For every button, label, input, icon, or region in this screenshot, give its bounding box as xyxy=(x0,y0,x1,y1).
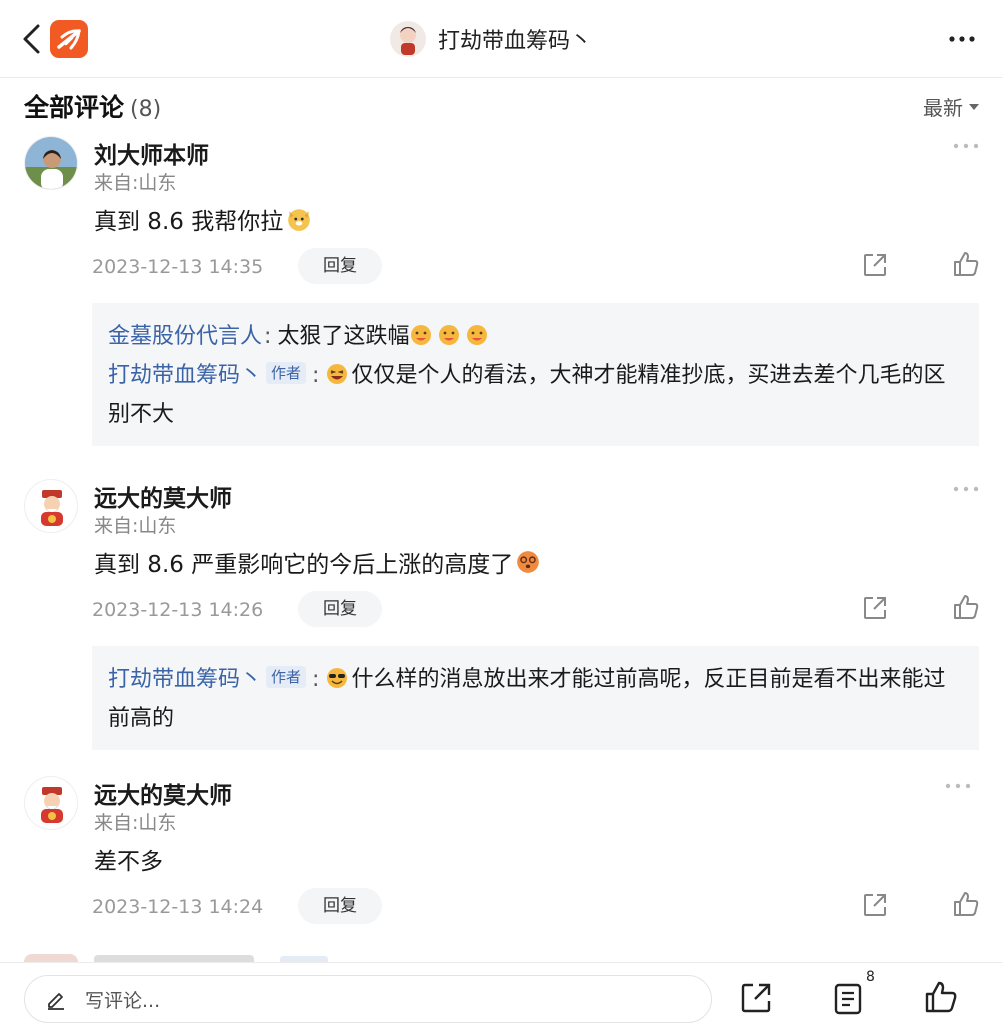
dog-emoji-icon xyxy=(288,209,311,231)
sort-label: 最新 xyxy=(923,96,963,120)
comment-timestamp: 2023-12-13 14:35 xyxy=(92,256,264,278)
comment-text-content: 真到 8.6 我帮你拉 xyxy=(94,209,284,235)
comment-username[interactable]: 刘大师本师 xyxy=(94,136,209,170)
author-avatar xyxy=(390,21,426,57)
colon-separator: : xyxy=(312,363,320,388)
thumbs-up-icon[interactable] xyxy=(952,890,980,918)
comment-more-icon[interactable] xyxy=(952,140,980,152)
reply-author[interactable]: 金墓股份代言人 xyxy=(108,324,262,349)
comment-item: 刘大师本师 来自:山东 真到 8.6 我帮你拉 2023-12-13 14:35… xyxy=(0,136,1003,448)
avatar[interactable] xyxy=(24,776,78,830)
comment-input-placeholder: 写评论... xyxy=(85,989,161,1012)
share-icon[interactable] xyxy=(740,982,772,1014)
author-name: 打劫带血筹码丶 xyxy=(438,29,593,54)
reply-item[interactable]: 金墓股份代言人: 太狠了这跌幅 xyxy=(108,317,963,356)
reply-button[interactable]: 回复 xyxy=(298,591,382,627)
reply-item[interactable]: 打劫带血筹码丶 作者: 什么样的消息放出来才能过前高呢，反正目前是看不出来能过前高的 xyxy=(108,660,963,738)
drooling-face-emoji-icon xyxy=(409,324,489,349)
more-options-icon[interactable] xyxy=(947,26,977,52)
reply-list: 打劫带血筹码丶 作者: 什么样的消息放出来才能过前高呢，反正目前是看不出来能过前高的 xyxy=(92,646,979,750)
comment-text: 真到 8.6 我帮你拉 xyxy=(94,202,312,236)
author-tag: 作者 xyxy=(266,362,307,384)
dizzy-face-emoji-icon xyxy=(517,551,540,573)
comment-text: 真到 8.6 严重影响它的今后上涨的高度了 xyxy=(94,545,541,579)
comment-location: 来自:山东 xyxy=(94,812,177,834)
share-icon[interactable] xyxy=(862,252,888,278)
comments-list-icon[interactable] xyxy=(834,983,862,1015)
author-header[interactable]: 打劫带血筹码丶 xyxy=(390,20,592,58)
comment-text-content: 真到 8.6 严重影响它的今后上涨的高度了 xyxy=(94,552,514,578)
comment-item: 远大的莫大师 来自:山东 真到 8.6 严重影响它的今后上涨的高度了 2023-… xyxy=(0,479,1003,750)
sunglasses-face-emoji-icon xyxy=(327,668,348,688)
comments-count-badge: 8 xyxy=(866,969,875,985)
share-icon[interactable] xyxy=(862,892,888,918)
comments-section-header: 全部评论 (8) 最新 xyxy=(24,88,979,124)
comment-username[interactable]: 远大的莫大师 xyxy=(94,776,232,810)
avatar[interactable] xyxy=(24,136,78,190)
section-title: 全部评论 xyxy=(24,93,125,122)
reply-author[interactable]: 打劫带血筹码丶 xyxy=(108,363,262,388)
comment-input[interactable]: 写评论... xyxy=(24,975,712,1023)
top-bar: 打劫带血筹码丶 xyxy=(0,0,1003,78)
comment-timestamp: 2023-12-13 14:24 xyxy=(92,896,264,918)
avatar xyxy=(24,954,78,962)
comment-text-content: 差不多 xyxy=(94,849,163,875)
share-icon[interactable] xyxy=(862,595,888,621)
reply-list: 金墓股份代言人: 太狠了这跌幅 打劫带血筹码丶 作者: 仅仅是个人的看法，大神才能精准… xyxy=(92,303,979,446)
thumbs-up-icon[interactable] xyxy=(952,593,980,621)
reply-author[interactable]: 打劫带血筹码丶 xyxy=(108,667,262,692)
reply-item[interactable]: 打劫带血筹码丶 作者: 仅仅是个人的看法，大神才能精准抄底，买进去差个几毛的区别不大 xyxy=(108,356,963,434)
bottom-bar: 写评论... 8 xyxy=(0,962,1003,1024)
sort-dropdown[interactable]: 最新 xyxy=(923,92,979,121)
comment-location: 来自:山东 xyxy=(94,515,177,537)
colon-separator: : xyxy=(264,324,272,349)
comment-item: 远大的莫大师 来自:山东 差不多 2023-12-13 14:24 回复 xyxy=(0,776,1003,936)
comment-more-icon[interactable] xyxy=(944,780,972,792)
pencil-icon xyxy=(48,993,64,1010)
reply-text: 太狠了这跌幅 xyxy=(277,324,410,349)
author-tag: 作者 xyxy=(266,666,307,688)
comment-more-icon[interactable] xyxy=(952,483,980,495)
comment-username[interactable]: 远大的莫大师 xyxy=(94,479,232,513)
reply-button[interactable]: 回复 xyxy=(298,888,382,924)
thumbs-up-icon[interactable] xyxy=(924,980,958,1014)
back-arrow-icon[interactable] xyxy=(18,22,46,56)
comment-count: (8) xyxy=(130,97,162,122)
reply-button[interactable]: 回复 xyxy=(298,248,382,284)
next-comment-peek xyxy=(94,955,254,962)
thumbs-up-icon[interactable] xyxy=(952,250,980,278)
caret-down-icon xyxy=(969,103,979,110)
app-logo-icon[interactable] xyxy=(50,20,88,58)
comment-timestamp: 2023-12-13 14:26 xyxy=(92,599,264,621)
avatar[interactable] xyxy=(24,479,78,533)
colon-separator: : xyxy=(312,667,320,692)
laughing-face-emoji-icon xyxy=(327,364,348,384)
comment-location: 来自:山东 xyxy=(94,172,177,194)
comment-text: 差不多 xyxy=(94,842,163,876)
